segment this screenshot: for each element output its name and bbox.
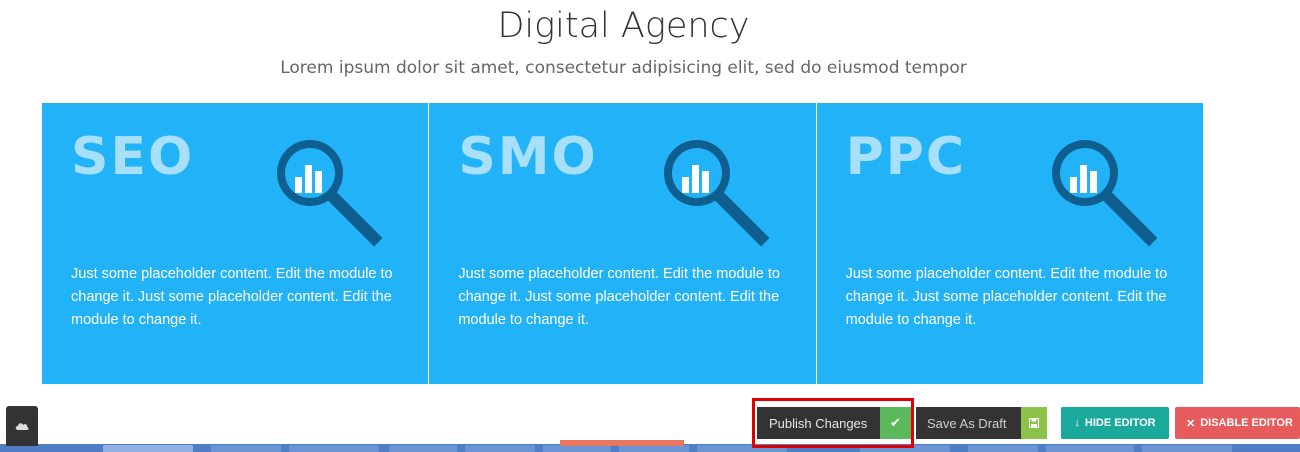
card-title: SMO	[458, 127, 598, 187]
bottom-nav-tab[interactable]	[103, 445, 193, 452]
bottom-nav-tab[interactable]	[389, 445, 457, 452]
card-smo: SMO Just some placeholder content. Edit …	[429, 103, 817, 384]
disable-editor-button[interactable]: ✕ DISABLE EDITOR	[1175, 407, 1300, 439]
service-cards: SEO Just some placeholder content. Edit …	[42, 103, 1203, 384]
bottom-nav-tab[interactable]	[1046, 445, 1134, 452]
publish-changes-button[interactable]: Publish Changes ✔	[757, 407, 911, 439]
publish-changes-label: Publish Changes	[769, 415, 868, 431]
cloud-button[interactable]	[6, 406, 38, 446]
floppy-disk-icon	[1021, 407, 1047, 439]
page-title: Digital Agency	[497, 6, 750, 46]
bottom-nav-tab[interactable]	[465, 445, 535, 452]
bottom-nav-tab[interactable]	[289, 445, 379, 452]
page-subtitle: Lorem ipsum dolor sit amet, consectetur …	[280, 58, 967, 78]
card-title: PPC	[845, 127, 967, 187]
arrow-down-icon: ↓	[1074, 417, 1080, 429]
magnifier-chart-icon	[664, 140, 770, 247]
card-title: SEO	[71, 127, 195, 187]
save-as-draft-button[interactable]: Save As Draft	[916, 407, 1047, 439]
hide-editor-button[interactable]: ↓ HIDE EDITOR	[1061, 407, 1169, 439]
card-text: Just some placeholder content. Edit the …	[845, 266, 1168, 328]
disable-editor-label: DISABLE EDITOR	[1200, 417, 1293, 429]
bottom-nav-tab[interactable]	[543, 445, 611, 452]
bottom-nav-tab[interactable]	[968, 445, 1038, 452]
magnifier-chart-icon	[277, 140, 382, 247]
check-icon: ✔	[880, 407, 911, 439]
card-ppc: PPC Just some placeholder content. Edit …	[816, 103, 1203, 384]
card-text: Just some placeholder content. Edit the …	[71, 266, 393, 328]
bottom-nav-tab[interactable]	[1142, 445, 1232, 452]
active-tab-indicator	[560, 440, 684, 446]
bottom-nav-tab[interactable]	[619, 445, 689, 452]
cloud-icon	[15, 423, 29, 430]
save-as-draft-label: Save As Draft	[927, 415, 1007, 431]
bottom-nav-tab[interactable]	[211, 445, 281, 452]
magnifier-chart-icon	[1051, 140, 1157, 247]
card-seo: SEO Just some placeholder content. Edit …	[42, 103, 430, 384]
hide-editor-label: HIDE EDITOR	[1084, 417, 1156, 429]
close-icon: ✕	[1186, 417, 1196, 430]
card-text: Just some placeholder content. Edit the …	[458, 266, 780, 328]
